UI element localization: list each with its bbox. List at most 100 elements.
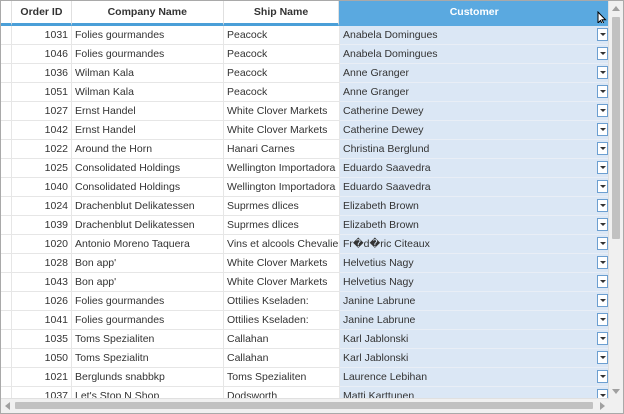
dropdown-arrow-icon[interactable]: [597, 104, 608, 117]
row-indicator[interactable]: [1, 140, 12, 159]
order-id-cell[interactable]: 1050: [12, 349, 72, 368]
order-id-cell[interactable]: 1022: [12, 140, 72, 159]
company-name-cell[interactable]: Toms Spezialitn: [72, 349, 224, 368]
table-row[interactable]: 1042 Ernst Handel White Clover Markets Cath…: [1, 121, 609, 140]
order-id-cell[interactable]: 1024: [12, 197, 72, 216]
order-id-cell[interactable]: 1041: [12, 311, 72, 330]
ship-name-cell[interactable]: Peacock: [224, 83, 340, 102]
order-id-cell[interactable]: 1028: [12, 254, 72, 273]
order-id-cell[interactable]: 1039: [12, 216, 72, 235]
ship-name-cell[interactable]: Vins et alcools Chevalier: [224, 235, 340, 254]
row-indicator[interactable]: [1, 159, 12, 178]
company-name-cell[interactable]: Around the Horn: [72, 140, 224, 159]
order-id-cell[interactable]: 1046: [12, 45, 72, 64]
customer-cell[interactable]: Christina Berglund: [340, 140, 608, 159]
customer-cell[interactable]: Janine Labrune: [340, 292, 608, 311]
column-header-customer[interactable]: Customer: [339, 1, 609, 26]
vertical-scrollbar[interactable]: [608, 1, 623, 399]
row-indicator[interactable]: [1, 178, 12, 197]
customer-cell[interactable]: Catherine Dewey: [340, 102, 608, 121]
customer-cell[interactable]: Catherine Dewey: [340, 121, 608, 140]
company-name-cell[interactable]: Drachenblut Delikatessen: [72, 216, 224, 235]
company-name-cell[interactable]: Folies gourmandes: [72, 45, 224, 64]
horizontal-scroll-thumb[interactable]: [15, 402, 593, 409]
table-row[interactable]: 1022 Around the Horn Hanari Carnes Christin…: [1, 140, 609, 159]
ship-name-cell[interactable]: White Clover Markets: [224, 102, 340, 121]
table-row[interactable]: 1039 Drachenblut Delikatessen Suprmes dlic…: [1, 216, 609, 235]
row-indicator[interactable]: [1, 311, 12, 330]
ship-name-cell[interactable]: Callahan: [224, 349, 340, 368]
ship-name-cell[interactable]: Ottilies Kseladen:: [224, 292, 340, 311]
company-name-cell[interactable]: Toms Spezialiten: [72, 330, 224, 349]
order-id-cell[interactable]: 1051: [12, 83, 72, 102]
dropdown-arrow-icon[interactable]: [597, 47, 608, 60]
ship-name-cell[interactable]: Callahan: [224, 330, 340, 349]
row-indicator[interactable]: [1, 121, 12, 140]
customer-cell[interactable]: Laurence Lebihan: [340, 368, 608, 387]
scroll-right-icon[interactable]: [600, 402, 605, 410]
table-row[interactable]: 1021 Berglunds snabbkp Toms Spezialiten Lau…: [1, 368, 609, 387]
row-indicator[interactable]: [1, 45, 12, 64]
dropdown-arrow-icon[interactable]: [597, 66, 608, 79]
dropdown-arrow-icon[interactable]: [597, 275, 608, 288]
table-row[interactable]: 1050 Toms Spezialitn Callahan Karl Jablonsk…: [1, 349, 609, 368]
table-row[interactable]: 1035 Toms Spezialiten Callahan Karl Jablons…: [1, 330, 609, 349]
table-row[interactable]: 1041 Folies gourmandes Ottilies Kseladen: J…: [1, 311, 609, 330]
dropdown-arrow-icon[interactable]: [597, 351, 608, 364]
ship-name-cell[interactable]: Toms Spezialiten: [224, 368, 340, 387]
table-row[interactable]: 1036 Wilman Kala Peacock Anne Granger: [1, 64, 609, 83]
customer-cell[interactable]: Janine Labrune: [340, 311, 608, 330]
table-row[interactable]: 1040 Consolidated Holdings Wellington Impo…: [1, 178, 609, 197]
dropdown-arrow-icon[interactable]: [597, 161, 608, 174]
customer-cell[interactable]: Fr�d�ric Citeaux: [340, 235, 608, 254]
order-id-cell[interactable]: 1042: [12, 121, 72, 140]
table-row[interactable]: 1028 Bon app' White Clover Markets Helvetiu…: [1, 254, 609, 273]
company-name-cell[interactable]: Drachenblut Delikatessen: [72, 197, 224, 216]
company-name-cell[interactable]: Berglunds snabbkp: [72, 368, 224, 387]
table-row[interactable]: 1024 Drachenblut Delikatessen Suprmes dlic…: [1, 197, 609, 216]
dropdown-arrow-icon[interactable]: [597, 123, 608, 136]
customer-cell[interactable]: Eduardo Saavedra: [340, 159, 608, 178]
order-id-cell[interactable]: 1026: [12, 292, 72, 311]
ship-name-cell[interactable]: Wellington Importadora: [224, 178, 340, 197]
row-indicator[interactable]: [1, 102, 12, 121]
ship-name-cell[interactable]: White Clover Markets: [224, 273, 340, 292]
dropdown-arrow-icon[interactable]: [597, 218, 608, 231]
table-row[interactable]: 1031 Folies gourmandes Peacock Anabela Domi…: [1, 26, 609, 45]
scroll-up-icon[interactable]: [612, 6, 620, 11]
ship-name-cell[interactable]: Peacock: [224, 64, 340, 83]
ship-name-cell[interactable]: Peacock: [224, 26, 340, 45]
dropdown-arrow-icon[interactable]: [597, 142, 608, 155]
row-indicator[interactable]: [1, 26, 12, 45]
dropdown-arrow-icon[interactable]: [597, 28, 608, 41]
dropdown-arrow-icon[interactable]: [597, 313, 608, 326]
customer-cell[interactable]: Elizabeth Brown: [340, 197, 608, 216]
customer-cell[interactable]: Anabela Domingues: [340, 26, 608, 45]
dropdown-arrow-icon[interactable]: [597, 294, 608, 307]
row-indicator[interactable]: [1, 83, 12, 102]
table-row[interactable]: 1020 Antonio Moreno Taquera Vins et alcool…: [1, 235, 609, 254]
company-name-cell[interactable]: Consolidated Holdings: [72, 178, 224, 197]
row-indicator[interactable]: [1, 216, 12, 235]
order-id-cell[interactable]: 1027: [12, 102, 72, 121]
dropdown-arrow-icon[interactable]: [597, 256, 608, 269]
row-indicator[interactable]: [1, 197, 12, 216]
row-indicator[interactable]: [1, 368, 12, 387]
customer-cell[interactable]: Anne Granger: [340, 64, 608, 83]
company-name-cell[interactable]: Bon app': [72, 273, 224, 292]
order-id-cell[interactable]: 1021: [12, 368, 72, 387]
company-name-cell[interactable]: Folies gourmandes: [72, 26, 224, 45]
ship-name-cell[interactable]: Hanari Carnes: [224, 140, 340, 159]
dropdown-arrow-icon[interactable]: [597, 199, 608, 212]
company-name-cell[interactable]: Consolidated Holdings: [72, 159, 224, 178]
customer-cell[interactable]: Karl Jablonski: [340, 330, 608, 349]
dropdown-arrow-icon[interactable]: [597, 85, 608, 98]
column-header-order-id[interactable]: Order ID: [11, 1, 72, 26]
company-name-cell[interactable]: Ernst Handel: [72, 121, 224, 140]
order-id-cell[interactable]: 1040: [12, 178, 72, 197]
ship-name-cell[interactable]: White Clover Markets: [224, 121, 340, 140]
company-name-cell[interactable]: Wilman Kala: [72, 83, 224, 102]
customer-cell[interactable]: Elizabeth Brown: [340, 216, 608, 235]
row-indicator[interactable]: [1, 64, 12, 83]
order-id-cell[interactable]: 1043: [12, 273, 72, 292]
